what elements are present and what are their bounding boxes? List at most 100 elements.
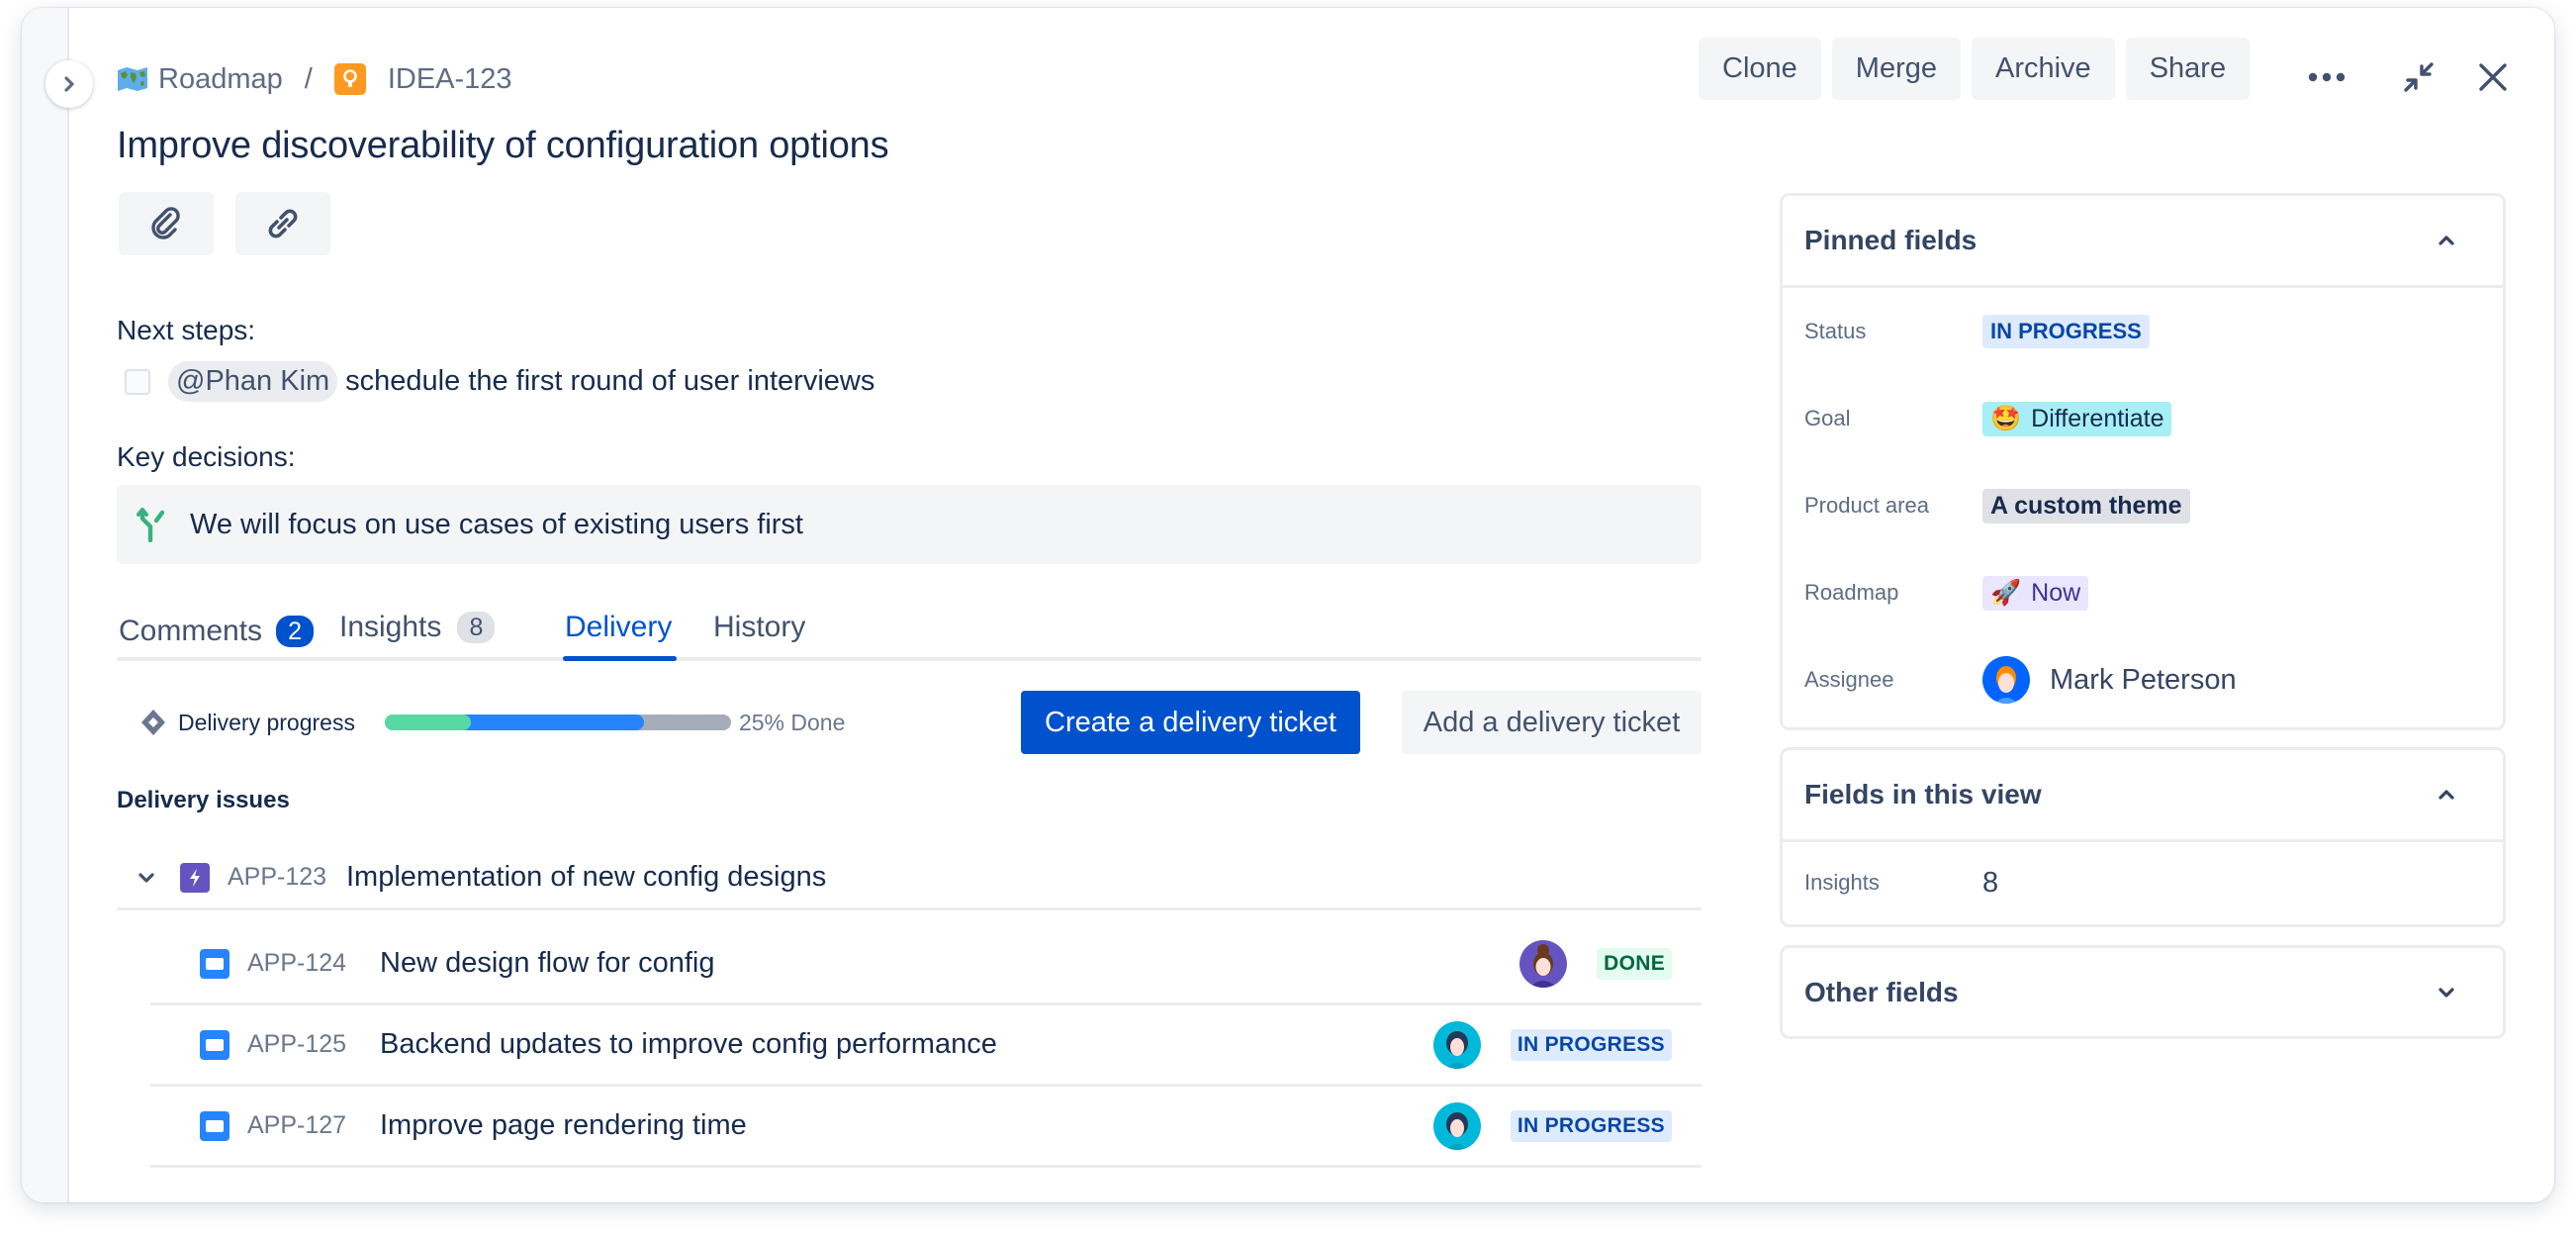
tab-history-label: History: [713, 611, 806, 643]
attach-file-button[interactable]: [119, 192, 214, 255]
attachment-toolbar: [119, 192, 330, 255]
close-button[interactable]: [2467, 51, 2519, 103]
chevron-up-icon: [2438, 236, 2454, 245]
issue-key[interactable]: APP-125: [247, 1030, 380, 1059]
view-fields-title: Fields in this view: [1804, 779, 2042, 810]
issue-key[interactable]: APP-127: [247, 1111, 380, 1140]
more-actions-button[interactable]: [2301, 51, 2352, 103]
chevron-right-icon: [64, 76, 74, 92]
chevron-up-icon: [2438, 790, 2454, 800]
comments-count-badge: 2: [276, 616, 315, 647]
status-badge: DONE: [1597, 947, 1672, 980]
breadcrumb-roadmap[interactable]: Roadmap: [117, 63, 283, 96]
task-text[interactable]: schedule the first round of user intervi…: [345, 365, 874, 398]
child-issue-row[interactable]: APP-125 Backend updates to improve confi…: [150, 1005, 1702, 1087]
active-tab-indicator: [563, 656, 677, 661]
issue-key[interactable]: APP-124: [247, 949, 380, 978]
expand-sidebar-button[interactable]: [46, 60, 93, 108]
pinned-fields-title: Pinned fields: [1804, 225, 1978, 255]
delivery-progress: Delivery progress 25% Done: [140, 705, 845, 740]
create-delivery-ticket-button[interactable]: Create a delivery ticket: [1021, 691, 1360, 754]
roadmap-option: 🚀 Now: [1982, 575, 2089, 611]
roadmap-field-value[interactable]: 🚀 Now: [1982, 575, 2089, 611]
add-link-button[interactable]: [235, 192, 330, 255]
merge-button[interactable]: Merge: [1831, 38, 1961, 100]
tab-insights[interactable]: Insights 8: [339, 604, 496, 651]
task-type-icon: [200, 1110, 230, 1141]
header-actions: Clone Merge Archive Share: [1699, 38, 2251, 100]
status-lozenge: IN PROGRESS: [1982, 315, 2150, 348]
task-checkbox[interactable]: [125, 368, 150, 395]
avatar[interactable]: [1519, 939, 1568, 988]
field-label: Status: [1804, 319, 1867, 343]
delivery-issues-heading: Delivery issues: [117, 787, 290, 813]
issue-summary[interactable]: Improve page rendering time: [380, 1109, 747, 1142]
tab-history[interactable]: History: [713, 604, 805, 651]
clone-button[interactable]: Clone: [1699, 38, 1821, 100]
product-area-field-value[interactable]: A custom theme: [1982, 488, 2190, 524]
child-issue-row[interactable]: APP-124 New design flow for config DONE: [150, 924, 1702, 1005]
expand-toggle[interactable]: [129, 872, 164, 884]
other-fields-panel: Other fields: [1780, 945, 2506, 1039]
tab-delivery[interactable]: Delivery: [565, 604, 672, 651]
row-meta: DONE: [1519, 924, 1672, 1002]
goal-option: 🤩 Differentiate: [1982, 401, 2172, 436]
avatar[interactable]: [1432, 1020, 1481, 1069]
delivery-progress-bar: [384, 715, 731, 730]
view-fields-panel: Fields in this view Insights 8: [1780, 747, 2506, 927]
sidebar-gutter: [22, 8, 69, 1202]
field-label: Product area: [1804, 493, 1929, 518]
tab-delivery-label: Delivery: [565, 611, 673, 643]
attachment-icon: [151, 207, 180, 239]
parent-issue-row[interactable]: APP-123 Implementation of new config des…: [117, 847, 1702, 910]
tab-bar-divider: [117, 657, 1702, 661]
user-mention[interactable]: @Phan Kim: [168, 361, 338, 402]
issue-summary[interactable]: Backend updates to improve config perfor…: [380, 1028, 997, 1061]
status-badge: IN PROGRESS: [1510, 1109, 1672, 1142]
field-insights: Insights 8: [1783, 842, 2503, 923]
other-fields-header[interactable]: Other fields: [1783, 948, 2503, 1036]
field-label: Goal: [1804, 406, 1851, 430]
pinned-fields-panel: Pinned fields Status IN PROGRESS Goal 🤩 …: [1780, 193, 2506, 730]
assignee-name: Mark Peterson: [2050, 663, 2237, 696]
goal-option-label: Differentiate: [2031, 404, 2164, 432]
breadcrumb-issue-key: IDEA-123: [387, 62, 512, 95]
next-steps-heading: Next steps:: [117, 315, 256, 345]
field-roadmap: Roadmap 🚀 Now: [1783, 549, 2503, 636]
decision-icon: [137, 507, 166, 542]
avatar[interactable]: [1432, 1101, 1481, 1150]
goal-field-value[interactable]: 🤩 Differentiate: [1982, 401, 2172, 436]
breadcrumb-issue[interactable]: IDEA-123: [333, 62, 512, 96]
field-product-area: Product area A custom theme: [1783, 462, 2503, 549]
field-label: Assignee: [1804, 667, 1894, 692]
pinned-fields-header[interactable]: Pinned fields: [1783, 196, 2503, 288]
child-issue-row[interactable]: APP-127 Improve page rendering time IN P…: [150, 1087, 1702, 1168]
issue-summary[interactable]: Implementation of new config designs: [346, 861, 826, 894]
issue-key[interactable]: APP-123: [228, 863, 346, 892]
share-button[interactable]: Share: [2125, 38, 2251, 100]
task-item: @Phan Kim schedule the first round of us…: [125, 361, 874, 402]
chevron-down-icon: [138, 872, 154, 883]
key-decisions-heading: Key decisions:: [117, 441, 296, 472]
delivery-progress-label: Delivery progress: [178, 709, 355, 735]
archive-button[interactable]: Archive: [1971, 38, 2115, 100]
tab-insights-label: Insights: [339, 611, 442, 643]
view-fields-header[interactable]: Fields in this view: [1783, 750, 2503, 842]
product-area-option: A custom theme: [1982, 488, 2190, 524]
assignee-field-value[interactable]: Mark Peterson: [1982, 656, 2237, 704]
roadmap-option-label: Now: [2031, 578, 2081, 607]
more-horizontal-icon: [2308, 72, 2346, 82]
status-field-value[interactable]: IN PROGRESS: [1982, 315, 2150, 348]
progress-percent-text: 25% Done: [738, 709, 846, 735]
decision-item[interactable]: We will focus on use cases of existing u…: [117, 485, 1702, 564]
decision-text: We will focus on use cases of existing u…: [190, 508, 803, 540]
tab-comments[interactable]: Comments 2: [119, 608, 315, 655]
issue-summary[interactable]: New design flow for config: [380, 947, 715, 980]
tab-comments-label: Comments: [119, 615, 263, 647]
add-delivery-ticket-button[interactable]: Add a delivery ticket: [1402, 691, 1702, 754]
insights-field-value[interactable]: 8: [1982, 867, 1998, 900]
breadcrumb-separator: /: [304, 62, 313, 95]
page-title[interactable]: Improve discoverability of configuration…: [117, 125, 889, 167]
star-struck-emoji-icon: 🤩: [1990, 404, 2022, 432]
collapse-button[interactable]: [2393, 51, 2444, 103]
